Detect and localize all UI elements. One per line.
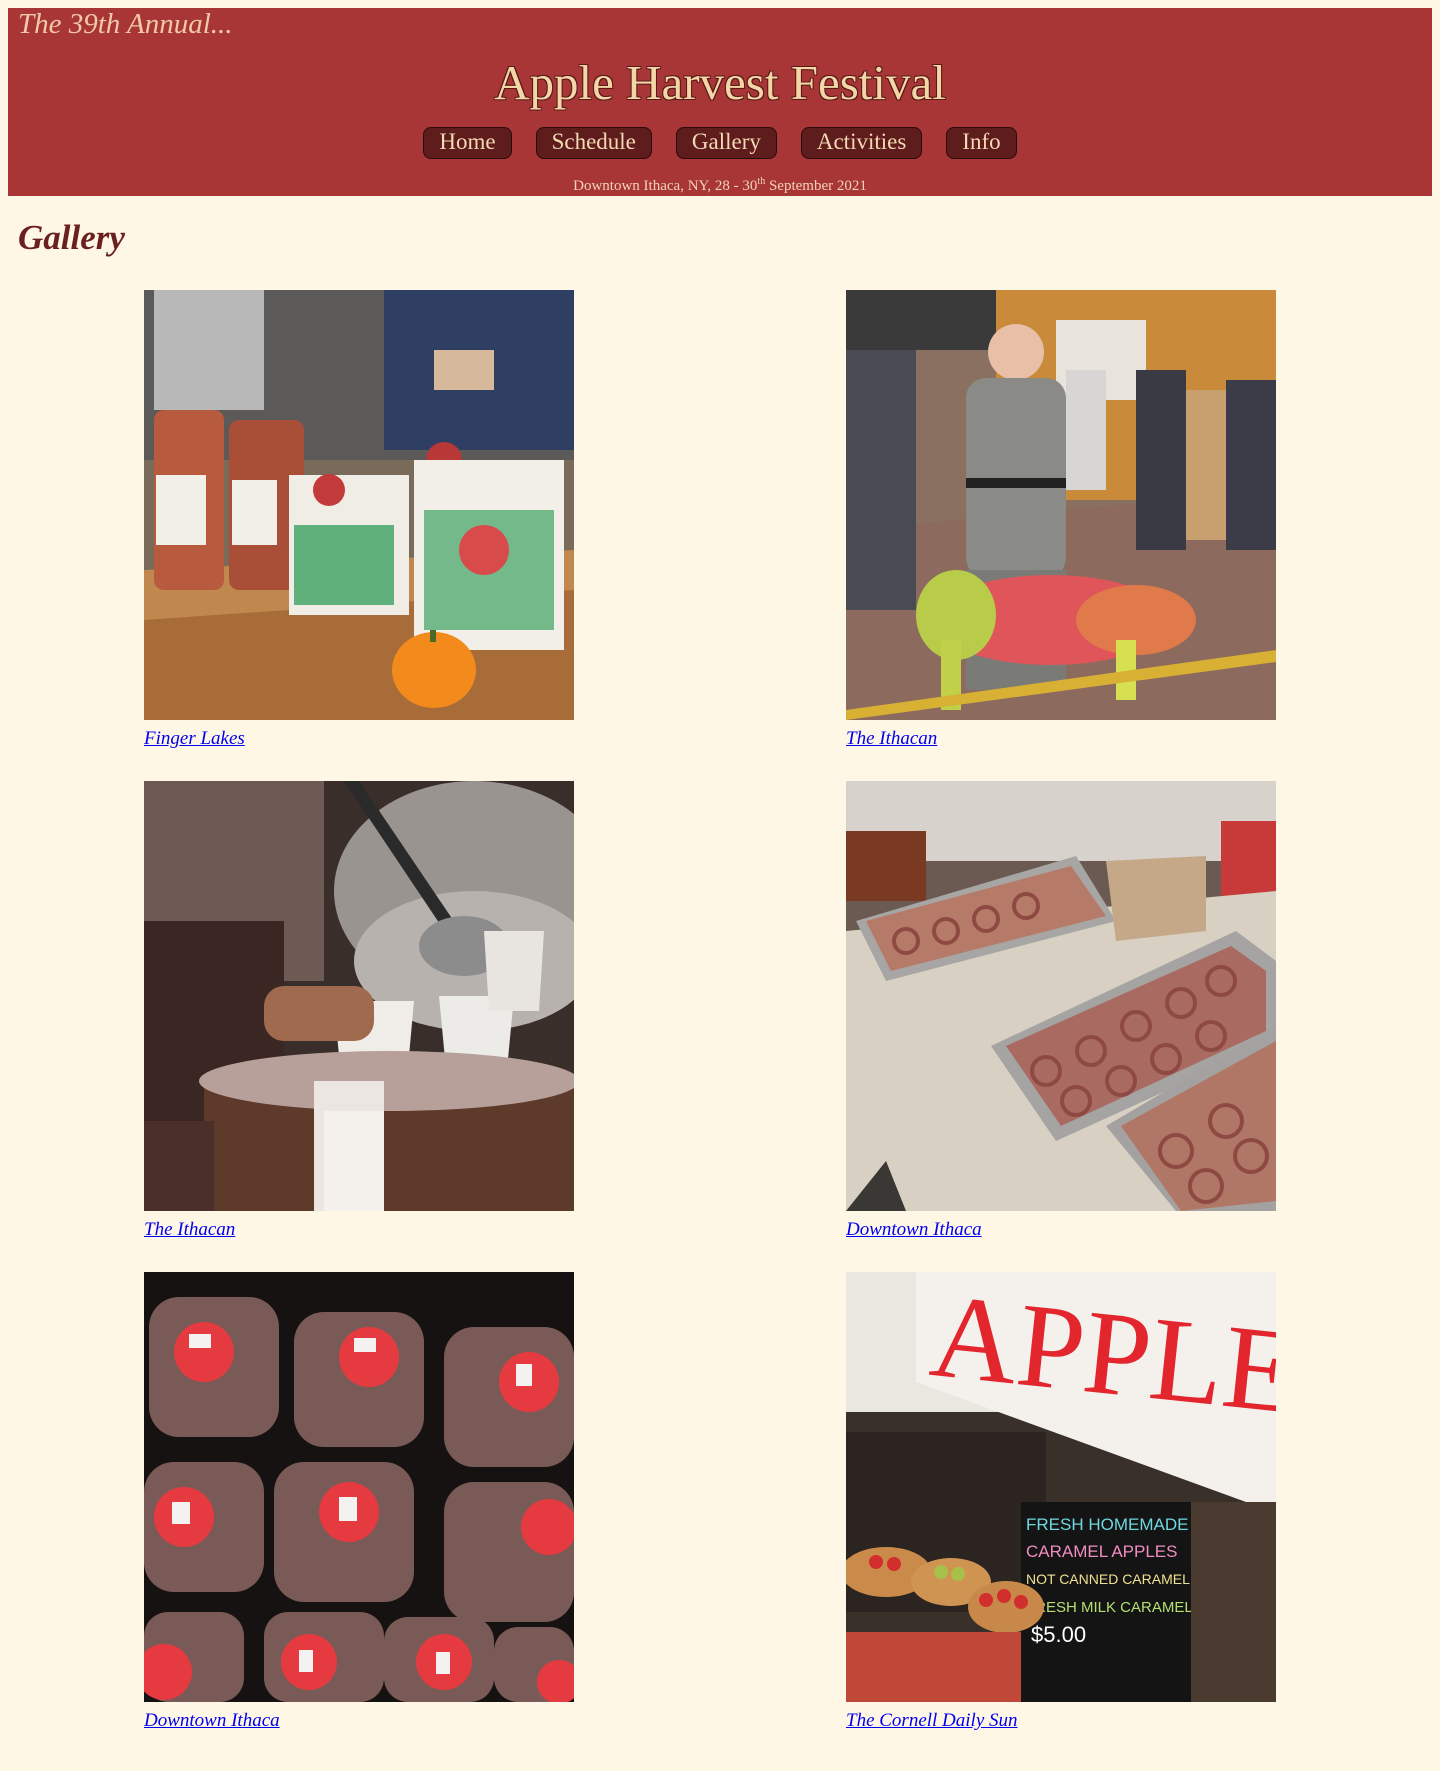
chalkboard-line: FRESH HOMEMADE xyxy=(1026,1515,1188,1534)
photo-cider-donuts[interactable] xyxy=(846,781,1276,1211)
nav-gallery-button[interactable]: Gallery xyxy=(675,127,777,159)
chalkboard-line: $5.00 xyxy=(1031,1622,1086,1647)
dates-prefix: Downtown Ithaca, NY, 28 - 30 xyxy=(573,178,758,194)
photo-source-link[interactable]: Downtown Ithaca xyxy=(144,1710,574,1732)
photo-source-link[interactable]: The Cornell Daily Sun xyxy=(846,1710,1276,1732)
nav-info-button[interactable]: Info xyxy=(946,127,1017,159)
gallery-card: Downtown Ithaca xyxy=(144,1272,574,1732)
chalkboard-line: FRESH MILK CARAMEL xyxy=(1026,1599,1193,1616)
nav-activities-button[interactable]: Activities xyxy=(800,127,923,159)
gallery-card: The Ithacan xyxy=(144,781,574,1241)
site-title: Apple Harvest Festival xyxy=(494,55,946,110)
gallery-card: Finger Lakes xyxy=(144,290,574,750)
chalkboard-line: CARAMEL APPLES xyxy=(1026,1542,1178,1561)
photo-dyed-dog[interactable] xyxy=(846,290,1276,720)
gallery-card: Downtown Ithaca xyxy=(846,781,1276,1241)
photo-ladling-cider[interactable] xyxy=(144,781,574,1211)
photo-source-link[interactable]: Finger Lakes xyxy=(144,728,574,750)
gallery-card: The Ithacan xyxy=(846,290,1276,750)
photo-cider-jugs-overhead[interactable] xyxy=(144,1272,574,1702)
event-dates: Downtown Ithaca, NY, 28 - 30th September… xyxy=(8,176,1432,195)
photo-source-link[interactable]: The Ithacan xyxy=(846,728,1276,750)
site-header: The 39th Annual... Apple Harvest Festiva… xyxy=(8,8,1432,196)
main-nav: Home Schedule Gallery Activities Info xyxy=(8,127,1432,159)
tagline: The 39th Annual... xyxy=(18,8,233,40)
nav-schedule-button[interactable]: Schedule xyxy=(535,127,652,159)
page-title: Gallery xyxy=(18,218,125,257)
photo-apples-stand[interactable]: APPLES FRESH HOMEMADE CARAMEL APPLES NOT… xyxy=(846,1272,1276,1702)
dates-suffix: September 2021 xyxy=(765,178,867,194)
nav-home-button[interactable]: Home xyxy=(423,127,512,159)
chalkboard-line: NOT CANNED CARAMEL xyxy=(1026,1571,1190,1587)
photo-source-link[interactable]: The Ithacan xyxy=(144,1219,574,1241)
photo-source-link[interactable]: Downtown Ithaca xyxy=(846,1219,1276,1241)
gallery-card: APPLES FRESH HOMEMADE CARAMEL APPLES NOT… xyxy=(846,1272,1276,1732)
photo-cider-table[interactable] xyxy=(144,290,574,720)
